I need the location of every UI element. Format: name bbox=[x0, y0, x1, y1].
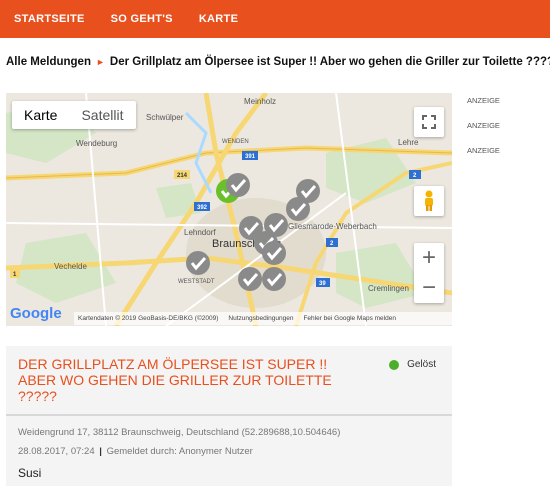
nav-startseite[interactable]: STARTSEITE bbox=[14, 13, 85, 25]
map-view[interactable]: Meinholz Schwülper WENDEN Lehre Wendebur… bbox=[6, 93, 452, 326]
zoom-in-button[interactable]: + bbox=[414, 243, 444, 273]
road-label-392: 392 bbox=[197, 205, 208, 211]
street-view-button[interactable] bbox=[414, 186, 444, 216]
place-lehre: Lehre bbox=[398, 138, 419, 147]
report-author: Gemeldet durch: Anonymer Nutzer bbox=[106, 446, 253, 457]
place-wendeburg: Wendeburg bbox=[76, 139, 117, 148]
place-cremlingen: Cremlingen bbox=[368, 284, 409, 293]
ad-label: ANZEIGE bbox=[467, 146, 500, 155]
breadcrumb: Alle Meldungen ► Der Grillplatz am Ölper… bbox=[6, 56, 550, 68]
place-vechelde: Vechelde bbox=[54, 262, 87, 271]
fullscreen-button[interactable] bbox=[414, 107, 444, 137]
attribution-terms-link[interactable]: Nutzungsbedingungen bbox=[228, 315, 293, 322]
place-schwuelper: Schwülper bbox=[146, 113, 184, 122]
pegman-icon bbox=[425, 190, 433, 211]
map-type-satellit[interactable]: Satellit bbox=[69, 101, 135, 129]
status-label: Gelöst bbox=[407, 359, 436, 370]
ad-label: ANZEIGE bbox=[467, 121, 500, 130]
report-address: Weidengrund 17, 38112 Braunschweig, Deut… bbox=[18, 427, 341, 438]
chevron-right-icon: ► bbox=[95, 57, 105, 67]
breadcrumb-current: Der Grillplatz am Ölpersee ist Super !! … bbox=[109, 56, 550, 68]
divider bbox=[6, 414, 452, 416]
map-marker[interactable] bbox=[286, 197, 310, 221]
place-wenden: WENDEN bbox=[222, 139, 249, 145]
nav-so-gehts[interactable]: SO GEHT'S bbox=[111, 13, 173, 25]
attribution-data: Kartendaten © 2019 GeoBasis-DE/BKG (©200… bbox=[78, 315, 219, 322]
road-label-214: 214 bbox=[177, 173, 188, 179]
reporter-name: Susi bbox=[18, 466, 42, 480]
separator: | bbox=[99, 446, 102, 457]
map-marker[interactable] bbox=[262, 267, 286, 291]
map-attribution: Kartendaten © 2019 GeoBasis-DE/BKG (©200… bbox=[74, 312, 452, 325]
status-dot-icon bbox=[389, 359, 400, 370]
top-navigation: STARTSEITE SO GEHT'S KARTE bbox=[0, 0, 550, 38]
report-title: Der Grillplatz am Ölpersee ist Super !! … bbox=[18, 356, 332, 404]
road-label-39: 39 bbox=[319, 281, 326, 287]
zoom-out-button[interactable]: − bbox=[414, 273, 444, 303]
map-marker[interactable] bbox=[226, 173, 250, 197]
report-meta: 28.08.2017, 07:24 | Gemeldet durch: Anon… bbox=[18, 446, 253, 457]
google-logo: Google bbox=[10, 305, 62, 322]
report-date: 28.08.2017, 07:24 bbox=[18, 446, 95, 457]
place-meinholz: Meinholz bbox=[244, 97, 276, 106]
map-marker[interactable] bbox=[186, 251, 210, 275]
status-badge: Gelöst bbox=[389, 359, 436, 370]
zoom-control: + − bbox=[414, 243, 444, 303]
place-gliesmarode: Gliesmarode-Weberbach bbox=[288, 222, 377, 231]
map-marker[interactable] bbox=[238, 267, 262, 291]
breadcrumb-root[interactable]: Alle Meldungen bbox=[6, 56, 91, 68]
map-type-toggle: Karte Satellit bbox=[12, 101, 136, 129]
fullscreen-icon bbox=[422, 115, 436, 129]
ad-column: ANZEIGE ANZEIGE ANZEIGE bbox=[467, 96, 500, 171]
road-label-391: 391 bbox=[245, 154, 256, 160]
report-card: Der Grillplatz am Ölpersee ist Super !! … bbox=[6, 346, 452, 486]
ad-label: ANZEIGE bbox=[467, 96, 500, 105]
attribution-report-link[interactable]: Fehler bei Google Maps melden bbox=[303, 315, 396, 322]
map-marker[interactable] bbox=[262, 241, 286, 265]
place-weststadt: WESTSTADT bbox=[178, 279, 215, 285]
nav-karte[interactable]: KARTE bbox=[199, 13, 238, 25]
map-type-karte[interactable]: Karte bbox=[12, 101, 69, 129]
place-lehndorf: Lehndorf bbox=[184, 228, 216, 237]
